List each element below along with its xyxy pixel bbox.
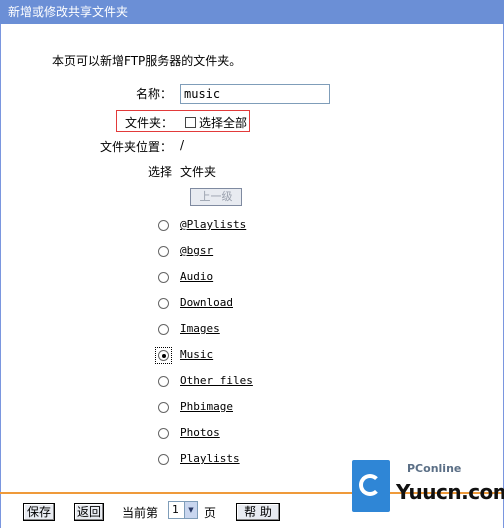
folder-link[interactable]: Playlists [180, 452, 240, 465]
save-button[interactable]: 保存 [23, 503, 55, 521]
name-label: 名称： [135, 87, 172, 101]
folder-link[interactable]: Download [180, 296, 233, 309]
help-button[interactable]: 帮 助 [236, 503, 280, 521]
chevron-down-icon[interactable]: ▼ [184, 502, 197, 518]
folder-link[interactable]: Phbimage [180, 400, 233, 413]
folder-radio[interactable] [158, 246, 169, 257]
folder-radio[interactable] [158, 220, 169, 231]
select-all-checkbox[interactable] [185, 117, 196, 128]
folder-radio[interactable] [158, 402, 169, 413]
folder-radio[interactable] [158, 350, 169, 361]
folder-link[interactable]: Images [180, 322, 220, 335]
up-level-button[interactable]: 上一级 [190, 188, 242, 206]
folder-radio[interactable] [158, 376, 169, 387]
folder-link[interactable]: Audio [180, 270, 213, 283]
name-input[interactable] [180, 84, 330, 104]
folder-radio[interactable] [158, 428, 169, 439]
watermark-main-text: Yuucn.com [396, 480, 504, 504]
folder-link[interactable]: Photos [180, 426, 220, 439]
page-select-value: 1 [172, 503, 179, 516]
column-header-select: 选择 [148, 165, 173, 179]
select-all-label[interactable]: 选择全部 [199, 114, 247, 131]
folder-radio[interactable] [158, 454, 169, 465]
location-value: / [180, 138, 185, 152]
intro-text: 本页可以新增FTP服务器的文件夹。 [52, 54, 242, 68]
back-button[interactable]: 返回 [74, 503, 104, 521]
folder-radio[interactable] [158, 324, 169, 335]
location-label: 文件夹位置： [99, 140, 172, 154]
folder-link[interactable]: Other files [180, 374, 253, 387]
watermark-logo: PConline Yuucn.com [352, 458, 504, 516]
dialog-frame [0, 0, 504, 528]
page-suffix: 页 [204, 506, 217, 520]
watermark-top-text: PConline [407, 462, 462, 475]
folder-row-highlight: 文件夹： 选择全部 [116, 110, 250, 132]
column-header-folder: 文件夹 [180, 165, 217, 179]
folder-link[interactable]: @bgsr [180, 244, 213, 257]
folder-label: 文件夹： [125, 116, 174, 130]
folder-radio[interactable] [158, 298, 169, 309]
folder-link[interactable]: @Playlists [180, 218, 246, 231]
title-bar: 新增或修改共享文件夹 [0, 0, 504, 24]
page-select[interactable]: 1 ▼ [168, 501, 198, 519]
current-page-label: 当前第 [122, 506, 159, 520]
folder-link[interactable]: Music [180, 348, 213, 361]
folder-radio[interactable] [158, 272, 169, 283]
pconline-logo-icon [352, 460, 390, 512]
